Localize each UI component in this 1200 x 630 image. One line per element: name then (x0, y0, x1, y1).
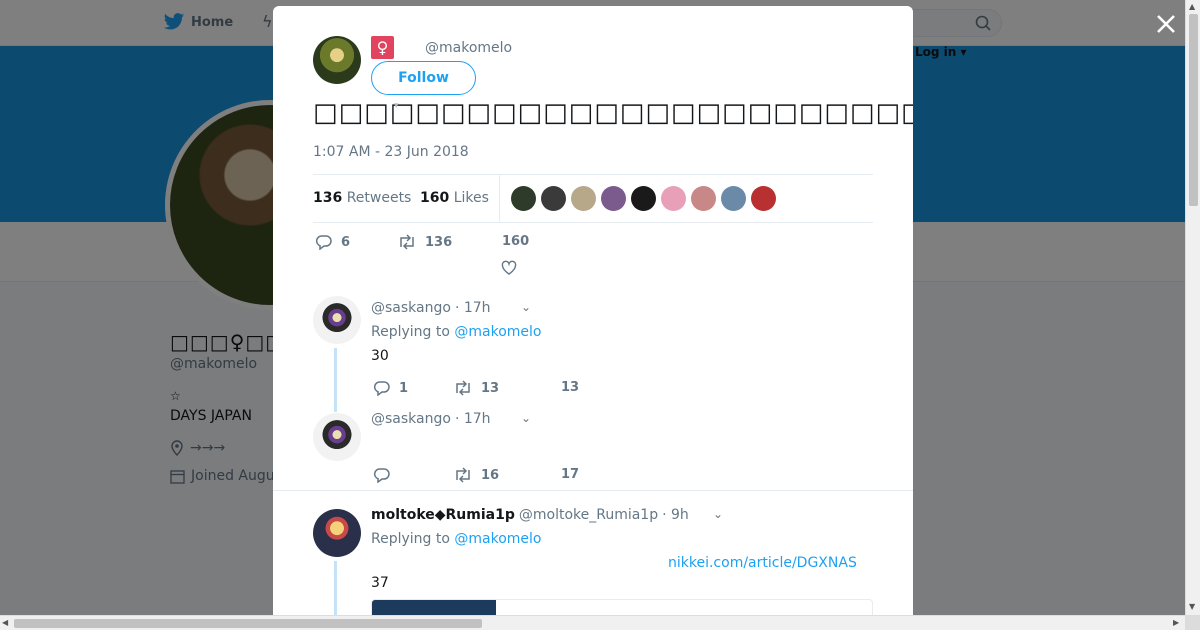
stats-divider (499, 175, 500, 223)
author-avatar[interactable] (313, 36, 361, 84)
reply-time[interactable]: · 9h (662, 507, 689, 523)
vertical-scrollbar[interactable]: ▲ ▼ (1185, 0, 1200, 615)
like-button[interactable]: 13 (561, 380, 579, 395)
reply-body: 37 (371, 575, 389, 591)
follow-button[interactable]: Follow (371, 61, 476, 95)
retweet-count: 136 (425, 234, 453, 250)
retweet-count: 13 (481, 380, 500, 396)
reply-header: moltoke◆Rumia1p @moltoke_Rumia1p · 9h (371, 507, 689, 523)
likes-label: Likes (453, 190, 489, 206)
like-button[interactable]: 17 (561, 467, 579, 482)
liker-avatar[interactable] (601, 186, 626, 211)
likes-count: 160 (420, 190, 450, 206)
liker-avatar[interactable] (661, 186, 686, 211)
scrollbar-thumb[interactable] (1189, 14, 1198, 206)
reply-name[interactable]: moltoke◆Rumia1p (371, 507, 515, 523)
like-count: 13 (561, 380, 580, 395)
replying-to-label: Replying to (371, 324, 450, 340)
tweet-stats: 136 Retweets 160 Likes (313, 174, 873, 223)
scroll-left-icon[interactable]: ◀ (2, 618, 8, 627)
heart-icon[interactable] (501, 260, 517, 276)
reply-icon (373, 468, 390, 483)
reply-button[interactable]: 6 (315, 234, 350, 250)
reply-avatar[interactable] (313, 509, 361, 557)
replying-to-link[interactable]: @makomelo (454, 324, 541, 340)
retweet-button[interactable]: 136 (397, 234, 452, 250)
author-handle[interactable]: @makomelo (425, 40, 512, 56)
retweets-count: 136 (313, 190, 343, 206)
scroll-down-icon[interactable]: ▼ (1189, 602, 1195, 611)
replying-to: Replying to @makomelo (371, 531, 542, 547)
reply-body: 30 (371, 348, 389, 364)
reply-button[interactable]: 1 (373, 380, 408, 396)
reply-time[interactable]: · 17h (455, 300, 491, 316)
liker-avatar[interactable] (541, 186, 566, 211)
reply-handle[interactable]: @moltoke_Rumia1p (519, 507, 658, 523)
reply-header: @saskango · 17h (371, 300, 491, 316)
reply-tweet: moltoke◆Rumia1p @moltoke_Rumia1p · 9h ⌄ … (273, 490, 913, 615)
liker-avatar[interactable] (571, 186, 596, 211)
liker-avatar[interactable] (691, 186, 716, 211)
chevron-down-icon[interactable]: ▾ (394, 101, 399, 111)
replying-to-label: Replying to (371, 531, 450, 547)
reply-avatar[interactable] (313, 413, 361, 461)
reply-header: @saskango · 17h (371, 411, 491, 427)
tweet-text: □□□□□□□□□□□□□□□□□□□□□□□□□□□□□□□□□□□□□□□□… (313, 98, 913, 128)
horizontal-scrollbar[interactable]: ◀ ▶ (0, 615, 1185, 630)
scroll-right-icon[interactable]: ▶ (1173, 618, 1179, 627)
female-badge: ♀ (371, 36, 394, 59)
reply-time[interactable]: · 17h (455, 411, 491, 427)
reply-actions: 1 13 13 (373, 380, 593, 400)
like-count: 17 (561, 467, 580, 482)
retweet-icon (400, 234, 414, 250)
liker-avatar[interactable] (511, 186, 536, 211)
replying-to: Replying to @makomelo (371, 324, 542, 340)
reply-actions: 16 17 (373, 467, 593, 487)
article-link[interactable]: nikkei.com/article/DGXNAS (668, 555, 857, 571)
reply-count: 1 (399, 380, 409, 396)
scrollbar-corner (1185, 615, 1200, 630)
reply-icon (315, 235, 332, 250)
retweets-label: Retweets (346, 190, 412, 206)
retweet-icon (456, 380, 470, 396)
reply-handle[interactable]: @saskango (371, 300, 451, 316)
scroll-up-icon[interactable]: ▲ (1189, 2, 1195, 11)
tweet-actions: 6 136 160 (315, 234, 575, 282)
reply-handle[interactable]: @saskango (371, 411, 451, 427)
close-icon[interactable] (1154, 12, 1178, 36)
liker-avatar[interactable] (751, 186, 776, 211)
retweet-count: 16 (481, 467, 500, 483)
page: Home ϟ Log in ▾ □□□♀□□□ @makomelo ☆ DAYS… (0, 0, 1200, 630)
replying-to-link[interactable]: @makomelo (454, 531, 541, 547)
reply-avatar[interactable] (313, 296, 361, 344)
chevron-down-icon[interactable]: ⌄ (521, 300, 531, 314)
tweet-modal: ♀ @makomelo □□□□□□□□□□□□□□□□□□□□□□□□□□□□… (273, 6, 913, 615)
retweet-button[interactable]: 13 (453, 380, 499, 396)
like-button[interactable]: 160 (502, 234, 529, 249)
reply-count: 6 (341, 234, 351, 250)
reply-icon (373, 381, 390, 396)
thread-line (334, 348, 337, 412)
link-card-image (372, 600, 496, 615)
thread-line (334, 561, 337, 615)
liker-avatar[interactable] (631, 186, 656, 211)
retweet-button[interactable]: 16 (453, 467, 499, 483)
retweet-icon (456, 467, 470, 483)
likes-stat[interactable]: 160 Likes (420, 190, 489, 206)
chevron-down-icon[interactable]: ⌄ (713, 507, 723, 521)
liker-avatars (511, 186, 776, 211)
like-count: 160 (502, 234, 530, 249)
link-card[interactable] (371, 599, 873, 615)
tweet-timestamp: 1:07 AM - 23 Jun 2018 (313, 144, 469, 160)
liker-avatar[interactable] (721, 186, 746, 211)
chevron-down-icon[interactable]: ⌄ (521, 411, 531, 425)
reply-button[interactable] (373, 467, 399, 483)
scrollbar-thumb[interactable] (14, 619, 482, 628)
retweets-stat[interactable]: 136 Retweets (313, 190, 411, 206)
